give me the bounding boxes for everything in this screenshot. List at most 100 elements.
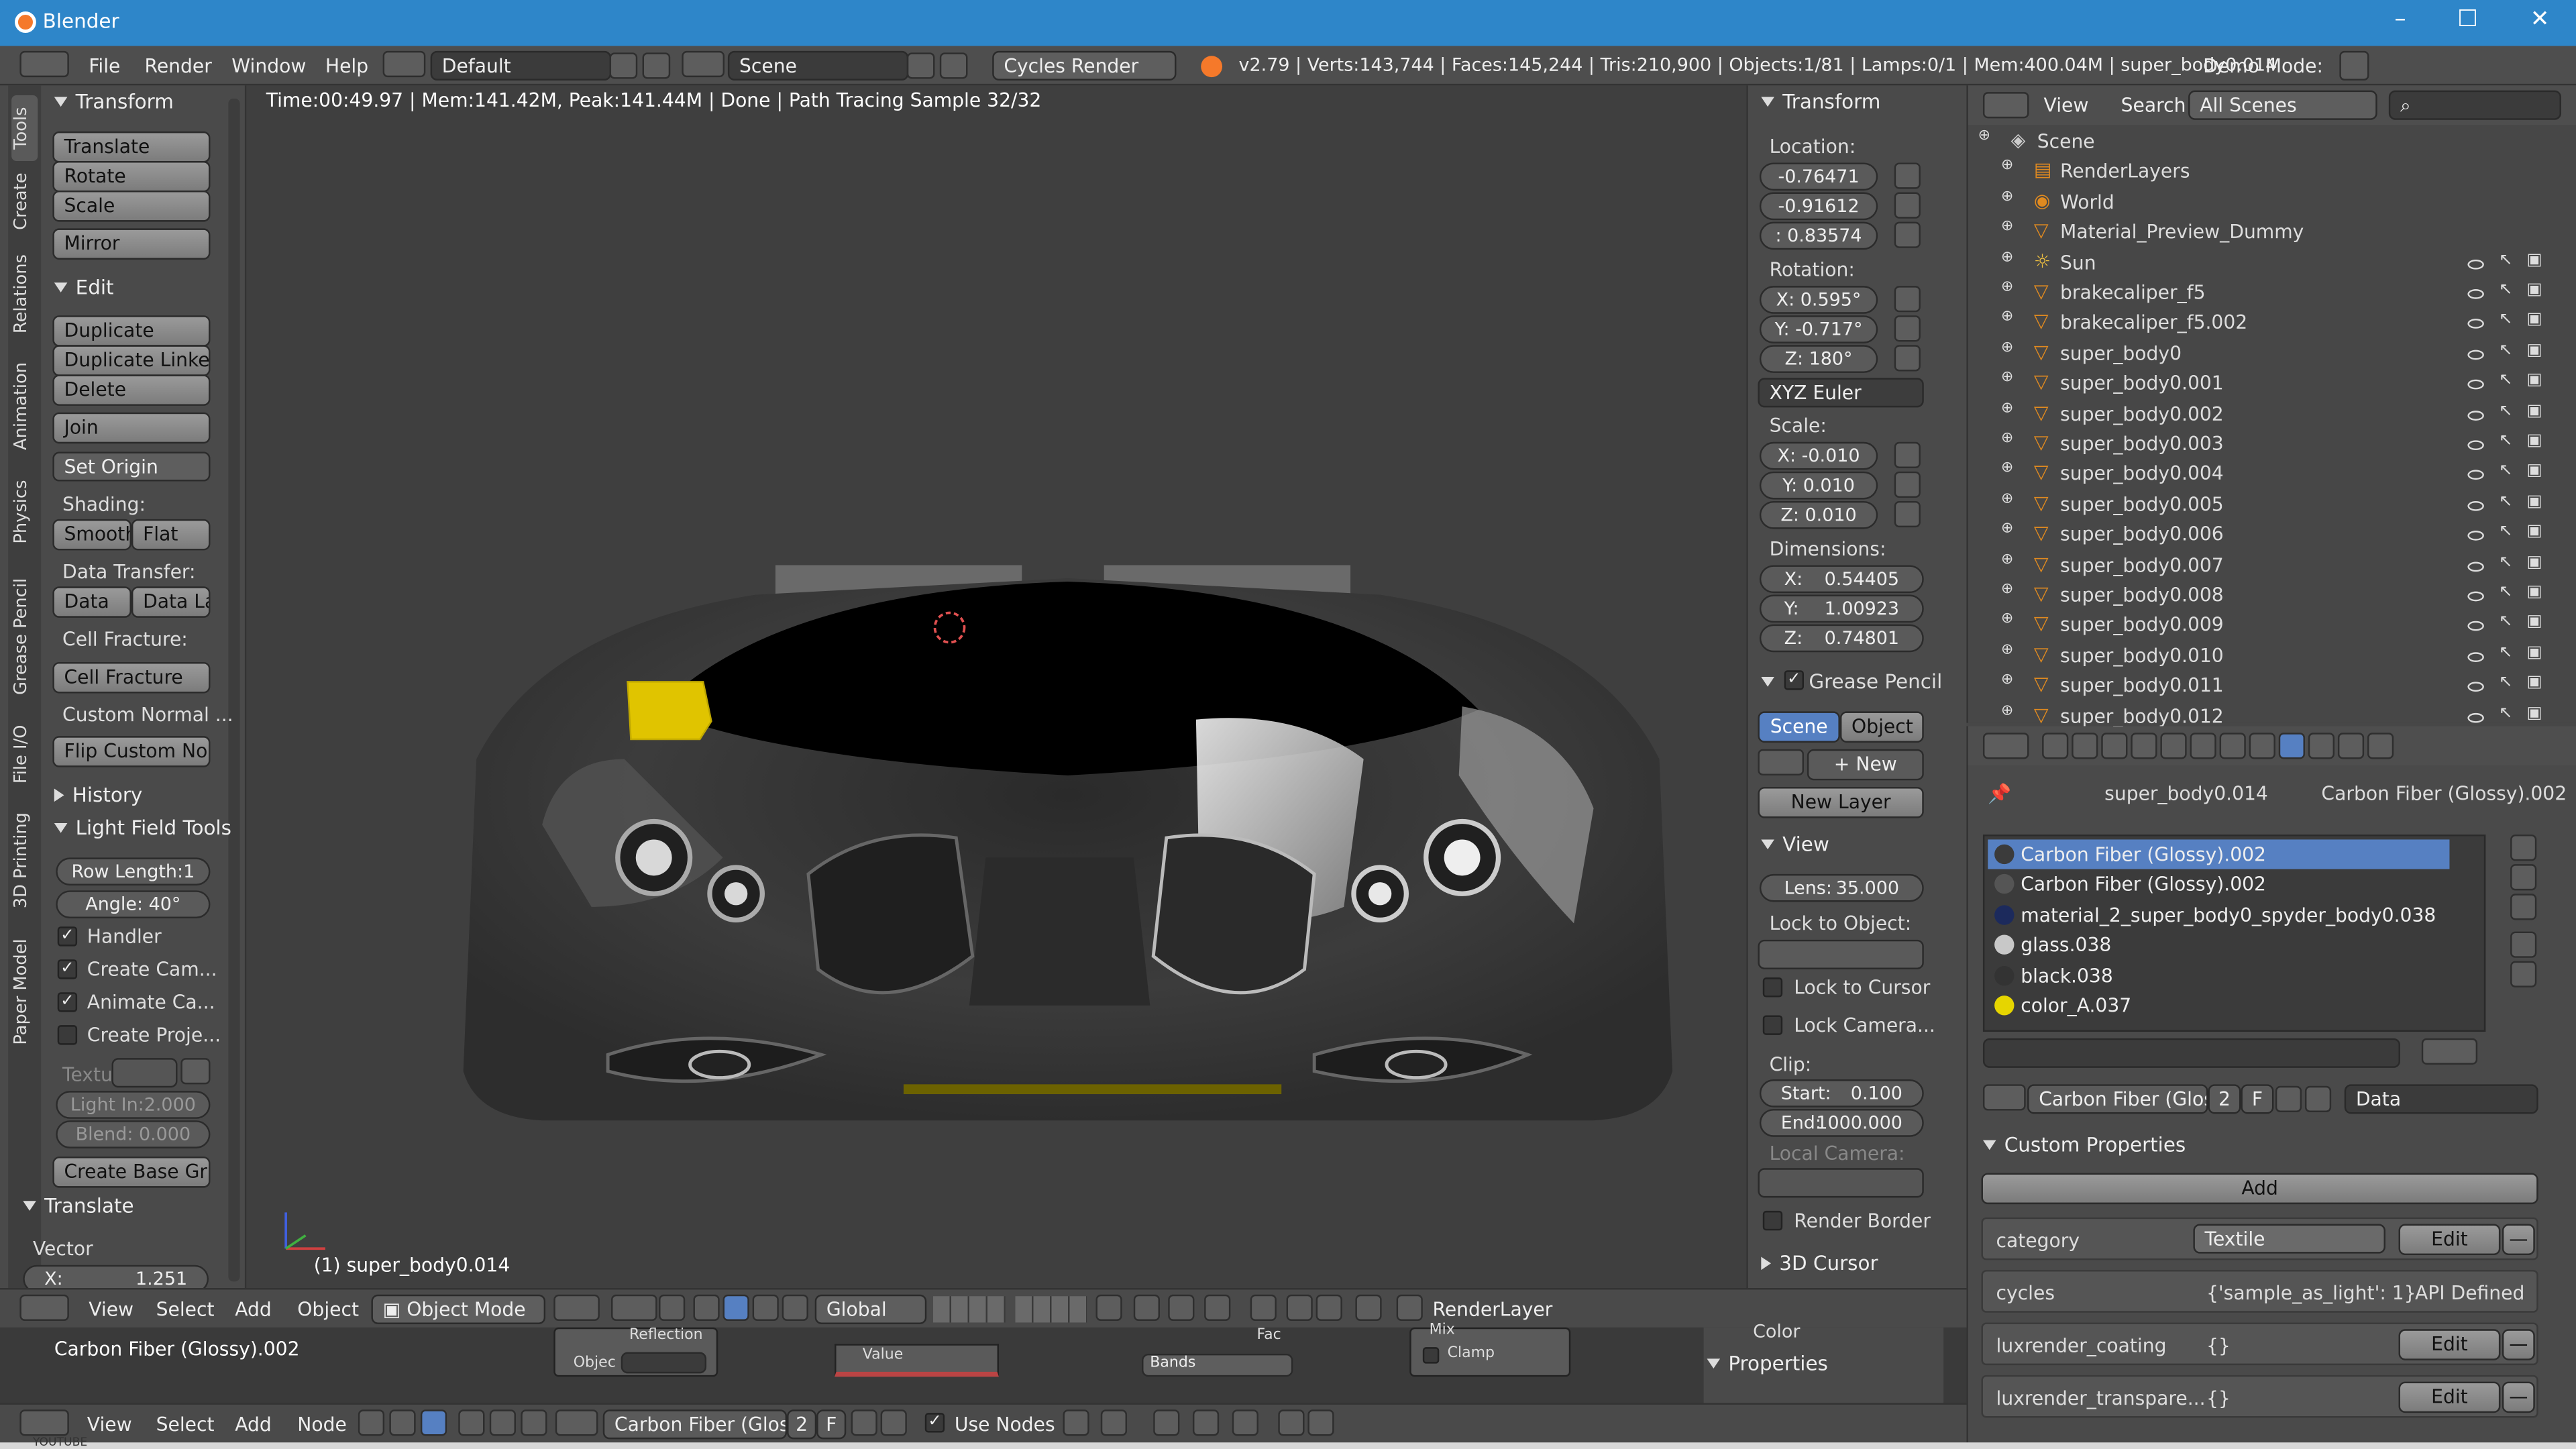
- selectable-cursor-icon[interactable]: ↖: [2499, 553, 2513, 571]
- node-new-material-icon[interactable]: [851, 1409, 877, 1436]
- 3d-cursor-header[interactable]: 3D Cursor: [1761, 1252, 1878, 1275]
- view3d-menu-add[interactable]: Add: [235, 1298, 272, 1321]
- add-slot-icon[interactable]: [2510, 835, 2537, 861]
- outliner-item[interactable]: ⊕ ▽ super_body0.001 ↖ ▣: [1968, 370, 2576, 399]
- dimension-z-field[interactable]: Z: 0.74801: [1759, 624, 1924, 653]
- grease-scene-button[interactable]: Scene: [1758, 711, 1840, 743]
- new-layer-button[interactable]: New Layer: [1758, 787, 1924, 818]
- physics-tab-icon[interactable]: [2367, 733, 2394, 759]
- grease-pencil-checkbox[interactable]: ✓: [1784, 670, 1805, 690]
- renderable-camera-icon[interactable]: ▣: [2527, 613, 2542, 631]
- minimize-icon[interactable]: –: [2375, 7, 2424, 40]
- menu-window[interactable]: Window: [231, 54, 306, 77]
- slot-specials-icon[interactable]: [2510, 894, 2537, 920]
- value-node[interactable]: [835, 1344, 999, 1377]
- scene-tab-icon[interactable]: [2101, 733, 2128, 759]
- selectable-cursor-icon[interactable]: ↖: [2499, 704, 2513, 722]
- expand-icon[interactable]: ⊕: [2001, 339, 2013, 356]
- transform-header[interactable]: Transform: [54, 91, 174, 113]
- grease-object-button[interactable]: Object: [1839, 711, 1924, 743]
- outliner-editor-type-icon[interactable]: [1982, 92, 2029, 119]
- render-engine-select[interactable]: Cycles Render: [992, 50, 1177, 81]
- join-button[interactable]: Join: [52, 412, 211, 444]
- local-camera-field[interactable]: [1758, 1168, 1924, 1198]
- remove-property-icon[interactable]: —: [2502, 1224, 2535, 1256]
- outliner-item[interactable]: ⊕ ▽ super_body0.011 ↖ ▣: [1968, 672, 2576, 702]
- light-intensity-field[interactable]: Light In:2.000: [56, 1091, 211, 1119]
- rotation-y-field[interactable]: Y: -0.717°: [1759, 315, 1878, 343]
- clamp-checkbox[interactable]: [1422, 1347, 1440, 1364]
- outliner-item[interactable]: ⊕ ▽ super_body0.002 ↖ ▣: [1968, 400, 2576, 430]
- render-animation-icon[interactable]: [1316, 1294, 1342, 1321]
- smooth-button[interactable]: Smooth: [52, 519, 131, 551]
- flat-button[interactable]: Flat: [131, 519, 211, 551]
- tab-create[interactable]: Create: [11, 164, 38, 240]
- outliner-item[interactable]: ⊕ ◉ World: [1968, 189, 2576, 218]
- clip-end-field[interactable]: End: 1000.000: [1759, 1109, 1924, 1137]
- particles-tab-icon[interactable]: [2337, 733, 2365, 759]
- node-menu-select[interactable]: Select: [156, 1413, 215, 1436]
- renderable-camera-icon[interactable]: ▣: [2527, 553, 2542, 571]
- tab-file-io[interactable]: File I/O: [11, 713, 38, 795]
- expand-icon[interactable]: ⊕: [2001, 582, 2013, 598]
- outliner-item[interactable]: ⊕ ▤ RenderLayers: [1968, 158, 2576, 188]
- node-backdrop-icon[interactable]: [1307, 1409, 1334, 1436]
- scale-y-field[interactable]: Y: 0.010: [1759, 471, 1878, 500]
- selectable-cursor-icon[interactable]: ↖: [2499, 583, 2513, 601]
- modifiers-tab-icon[interactable]: [2219, 733, 2246, 759]
- use-nodes-checkbox[interactable]: ✓: [924, 1413, 945, 1433]
- expand-icon[interactable]: ⊕: [2001, 249, 2013, 265]
- handler-checkbox[interactable]: ✓: [57, 926, 78, 947]
- material-name-field[interactable]: Carbon Fiber (Glos...: [2027, 1084, 2208, 1114]
- lens-field[interactable]: Lens: 35.000: [1759, 873, 1924, 902]
- node-pin-icon[interactable]: [1063, 1409, 1089, 1436]
- unlink-material-icon[interactable]: [2304, 1085, 2332, 1112]
- lock-rotation-y-icon[interactable]: [1894, 315, 1921, 342]
- visibility-eye-icon[interactable]: [2467, 621, 2484, 632]
- outliner-item[interactable]: ⊕ ▽ brakecaliper_f5.002 ↖ ▣: [1968, 309, 2576, 339]
- visibility-eye-icon[interactable]: [2467, 440, 2484, 451]
- info-editor-type-icon[interactable]: [19, 50, 69, 78]
- edit-property-button[interactable]: Edit: [2398, 1381, 2501, 1413]
- visibility-eye-icon[interactable]: [2467, 500, 2484, 511]
- texture-browse-icon[interactable]: [180, 1058, 211, 1085]
- layers-grid-2[interactable]: [1015, 1296, 1088, 1323]
- menu-help[interactable]: Help: [325, 54, 368, 77]
- rotate-button[interactable]: Rotate: [52, 161, 211, 193]
- lock-location-x-icon[interactable]: [1894, 162, 1921, 189]
- layout-select[interactable]: Default: [430, 50, 612, 81]
- npanel-transform-header[interactable]: Transform: [1761, 91, 1880, 113]
- manipulator-icon[interactable]: [659, 1294, 686, 1321]
- move-slot-up-icon[interactable]: [2510, 931, 2537, 958]
- material-slot[interactable]: black.038: [1988, 961, 2464, 990]
- close-icon[interactable]: ✕: [2515, 7, 2564, 40]
- expand-icon[interactable]: ⊕: [2001, 370, 2013, 386]
- node-unlink-material-icon[interactable]: [880, 1409, 907, 1436]
- layers-grid-1[interactable]: [933, 1296, 1006, 1323]
- outliner-item[interactable]: ⊕ ▽ super_body0.007 ↖ ▣: [1968, 551, 2576, 581]
- scene-select[interactable]: Scene: [727, 50, 909, 81]
- go-to-parent-icon[interactable]: [1100, 1409, 1128, 1436]
- tab-relations[interactable]: Relations: [11, 243, 38, 345]
- renderable-camera-icon[interactable]: ▣: [2527, 462, 2542, 480]
- visibility-eye-icon[interactable]: [2467, 258, 2484, 269]
- dimension-x-field[interactable]: X: 0.54405: [1759, 565, 1924, 594]
- node-copy-icon[interactable]: [1232, 1409, 1258, 1436]
- animate-camera-checkbox[interactable]: ✓: [57, 992, 78, 1012]
- delete-button[interactable]: Delete: [52, 374, 211, 406]
- tab-paper-model[interactable]: Paper Model: [11, 926, 38, 1058]
- material-slot[interactable]: material_2_super_body0_spyder_body0.038: [1988, 900, 2464, 930]
- row-length-field[interactable]: Row Length:1: [56, 857, 211, 886]
- lock-camera-checkbox[interactable]: [1762, 1015, 1783, 1035]
- render-image-icon[interactable]: [1286, 1294, 1313, 1321]
- node-snap-icon[interactable]: [1153, 1409, 1180, 1436]
- outliner-item[interactable]: ⊕ ▽ super_body0.004 ↖ ▣: [1968, 461, 2576, 490]
- pause-icon[interactable]: [1355, 1294, 1382, 1321]
- visibility-eye-icon[interactable]: [2467, 380, 2484, 390]
- renderable-camera-icon[interactable]: ▣: [2527, 341, 2542, 360]
- location-y-field[interactable]: -0.91612: [1759, 192, 1878, 221]
- selectable-cursor-icon[interactable]: ↖: [2499, 251, 2513, 269]
- material-slot[interactable]: color_A.037: [1988, 991, 2464, 1020]
- renderable-camera-icon[interactable]: ▣: [2527, 674, 2542, 692]
- menu-file[interactable]: File: [89, 54, 120, 77]
